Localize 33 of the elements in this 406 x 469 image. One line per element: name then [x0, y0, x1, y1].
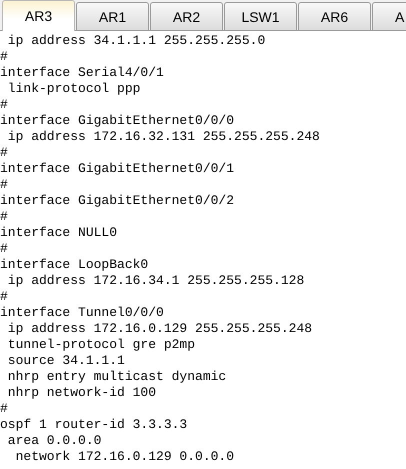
console-line: ip address 172.16.34.1 255.255.255.128: [6, 273, 304, 289]
console-line: #: [0, 209, 8, 225]
tab[interactable]: A: [372, 2, 406, 30]
console-line: area 0.0.0.0: [6, 433, 102, 449]
console-line: interface Serial4/0/1: [0, 65, 164, 81]
tab[interactable]: AR1: [76, 2, 149, 30]
console-line: nhrp entry multicast dynamic: [6, 369, 226, 385]
console-line: #: [0, 97, 8, 113]
console-line: #: [0, 177, 8, 193]
console-line: interface NULL0: [0, 225, 118, 241]
tab[interactable]: AR3: [2, 0, 75, 31]
console-line: interface GigabitEthernet0/0/2: [0, 193, 234, 209]
console-line: source 34.1.1.1: [6, 353, 125, 369]
console-line: #: [0, 289, 8, 305]
console-line: interface Tunnel0/0/0: [0, 305, 164, 321]
console-line: tunnel-protocol gre p2mp: [6, 337, 196, 353]
console-line: #: [0, 401, 8, 417]
console-line: ip address 172.16.0.129 255.255.255.248: [6, 321, 312, 337]
console-line: interface GigabitEthernet0/0/0: [0, 113, 234, 129]
console-line: nhrp network-id 100: [6, 385, 156, 401]
console-line: ip address 172.16.32.131 255.255.255.248: [6, 129, 320, 145]
tab[interactable]: LSW1: [224, 2, 297, 30]
console-line: #: [0, 49, 8, 65]
console-line: interface GigabitEthernet0/0/1: [0, 161, 234, 177]
console-line: link-protocol ppp: [6, 81, 140, 97]
console-line: #: [0, 241, 8, 257]
console-line: network 172.16.0.129 0.0.0.0: [14, 449, 234, 465]
console-line: interface LoopBack0: [0, 257, 148, 273]
console-line: #: [0, 145, 8, 161]
console-line: ip address 34.1.1.1 255.255.255.0: [6, 33, 266, 49]
console-line: ospf 1 router-id 3.3.3.3: [0, 417, 188, 433]
tab[interactable]: AR2: [150, 2, 223, 30]
tab[interactable]: AR6: [298, 2, 371, 30]
